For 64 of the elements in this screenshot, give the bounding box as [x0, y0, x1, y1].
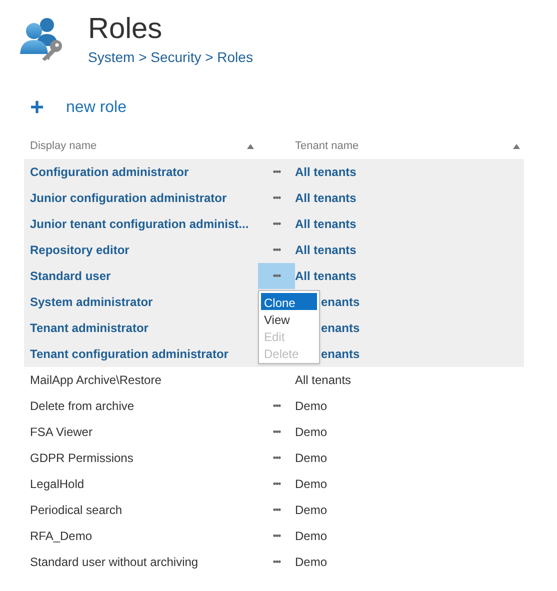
menu-item[interactable]: Clone: [261, 293, 317, 310]
more-actions-button[interactable]: •••: [258, 237, 295, 263]
role-name[interactable]: RFA_Demo: [24, 529, 258, 543]
more-actions-button[interactable]: •••: [258, 445, 295, 471]
role-row[interactable]: Repository editor ••• All tenants: [24, 237, 524, 263]
role-name[interactable]: Junior tenant configuration administ...: [24, 217, 258, 231]
new-role-button[interactable]: + new role: [30, 99, 126, 117]
role-name[interactable]: Configuration administrator: [24, 165, 258, 179]
tenant-name: All tenants: [295, 165, 358, 179]
role-name[interactable]: Junior configuration administrator: [24, 191, 258, 205]
tenant-name: enants: [320, 321, 361, 335]
users-key-icon: [18, 16, 64, 62]
role-name[interactable]: LegalHold: [24, 477, 258, 491]
tenant-name: All tenants: [295, 373, 352, 387]
more-actions-button[interactable]: •••: [258, 263, 295, 289]
more-actions-button[interactable]: •••: [258, 523, 295, 549]
role-row[interactable]: GDPR Permissions ••• Demo: [24, 445, 524, 471]
sort-ascending-icon[interactable]: [513, 144, 520, 148]
tenant-name: Demo: [295, 477, 328, 491]
more-actions-button[interactable]: •••: [258, 159, 295, 185]
tenant-name: All tenants: [295, 243, 358, 257]
role-row[interactable]: Standard user without archiving ••• Demo: [24, 549, 524, 575]
role-name[interactable]: Standard user without archiving: [24, 555, 258, 569]
role-row[interactable]: Configuration administrator ••• All tenants: [24, 159, 524, 185]
role-row[interactable]: RFA_Demo ••• Demo: [24, 523, 524, 549]
tenant-name: enants: [320, 295, 361, 309]
role-row[interactable]: MailApp Archive\Restore All tenants: [24, 367, 524, 393]
sort-ascending-icon[interactable]: [247, 144, 254, 148]
role-name[interactable]: Tenant configuration administrator: [24, 347, 258, 361]
role-row[interactable]: Junior tenant configuration administ... ••• All tenants: [24, 211, 524, 237]
column-header[interactable]: Display name: [30, 140, 97, 152]
role-row[interactable]: LegalHold ••• Demo: [24, 471, 524, 497]
page-title: Roles: [88, 14, 164, 44]
tenant-name: Demo: [295, 425, 328, 439]
tenant-name: Demo: [295, 503, 328, 517]
more-actions-button[interactable]: •••: [258, 549, 295, 575]
role-name[interactable]: FSA Viewer: [24, 425, 258, 439]
role-name[interactable]: GDPR Permissions: [24, 451, 258, 465]
tenant-name: Demo: [295, 399, 328, 413]
role-name[interactable]: Repository editor: [24, 243, 258, 257]
role-row[interactable]: FSA Viewer ••• Demo: [24, 419, 524, 445]
more-actions-button[interactable]: •••: [258, 471, 295, 497]
role-name[interactable]: Standard user: [24, 269, 258, 283]
role-name[interactable]: Delete from archive: [24, 399, 258, 413]
role-name[interactable]: Tenant administrator: [24, 321, 258, 335]
tenant-name: Demo: [295, 529, 328, 543]
tenant-name: All tenants: [295, 191, 358, 205]
role-row[interactable]: Junior configuration administrator ••• All tenants: [24, 185, 524, 211]
role-name[interactable]: MailApp Archive\Restore: [24, 373, 258, 387]
role-row[interactable]: Delete from archive ••• Demo: [24, 393, 524, 419]
more-actions-button[interactable]: •••: [258, 419, 295, 445]
tenant-name: Demo: [295, 555, 328, 569]
tenant-name: All tenants: [295, 217, 358, 231]
tenant-name: Demo: [295, 451, 328, 465]
more-actions-button[interactable]: •••: [258, 497, 295, 523]
more-actions-button[interactable]: •••: [258, 185, 295, 211]
more-actions-button[interactable]: •••: [258, 393, 295, 419]
breadcrumb: System > Security > Roles: [88, 49, 253, 65]
role-name[interactable]: System administrator: [24, 295, 258, 309]
role-row[interactable]: Periodical search ••• Demo: [24, 497, 524, 523]
tenant-name: All tenants: [295, 269, 358, 283]
role-name[interactable]: Periodical search: [24, 503, 258, 517]
more-actions-button[interactable]: •••: [258, 211, 295, 237]
column-header[interactable]: Tenant name: [295, 140, 359, 152]
